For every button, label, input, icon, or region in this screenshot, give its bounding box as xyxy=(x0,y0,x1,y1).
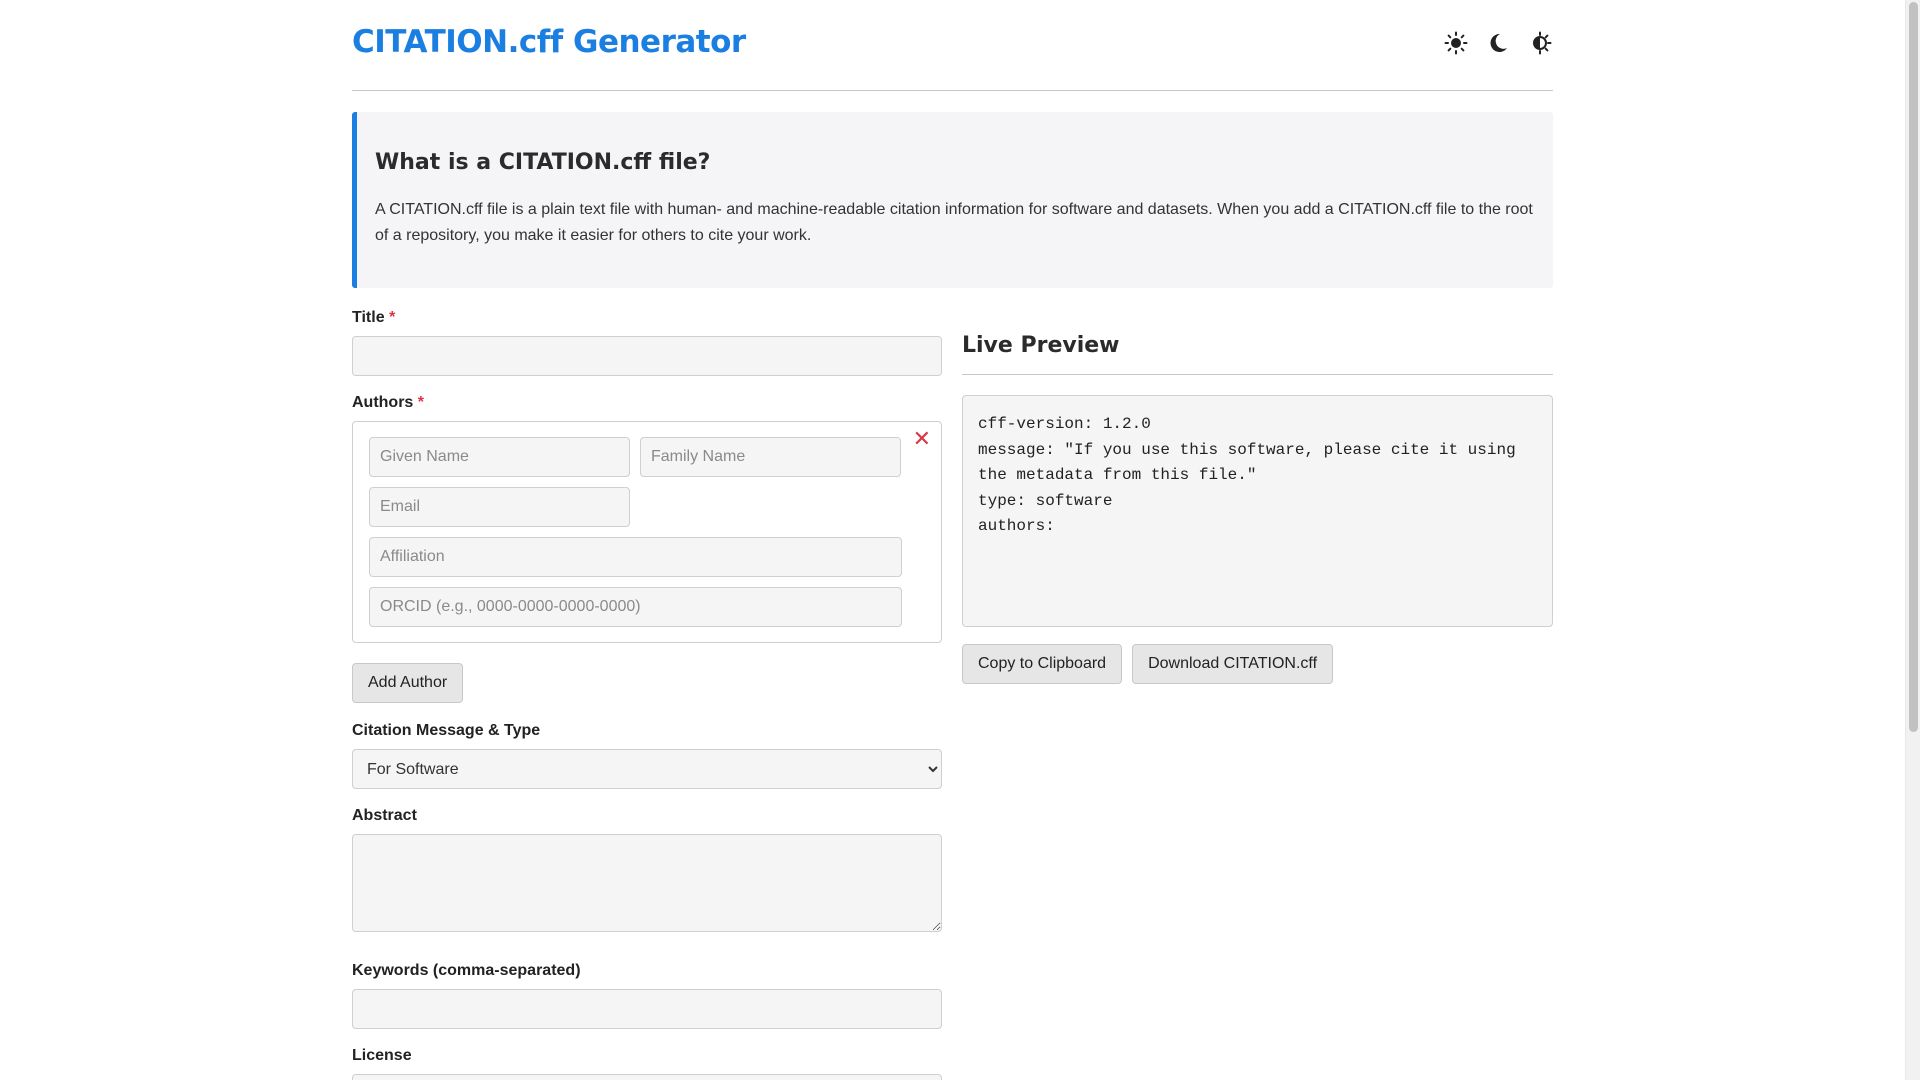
theme-toggle-group xyxy=(1443,30,1553,56)
moon-icon[interactable] xyxy=(1485,30,1511,56)
message-type-select[interactable]: For Software xyxy=(352,749,942,789)
title-label-text: Title xyxy=(352,309,385,326)
author-affiliation-row xyxy=(369,537,925,577)
author-name-row xyxy=(369,437,925,477)
keywords-input[interactable] xyxy=(352,989,942,1029)
page-scrollbar[interactable] xyxy=(1905,0,1920,1080)
abstract-textarea[interactable] xyxy=(352,834,942,932)
auto-theme-icon[interactable] xyxy=(1527,30,1553,56)
remove-author-icon[interactable]: ✕ xyxy=(913,427,931,452)
license-input[interactable] xyxy=(352,1074,942,1080)
page-header: CITATION.cff Generator xyxy=(352,0,1553,91)
scrollbar-thumb[interactable] xyxy=(1909,2,1918,732)
given-name-input[interactable] xyxy=(369,437,630,477)
family-name-input[interactable] xyxy=(640,437,901,477)
author-email-row xyxy=(369,487,925,527)
abstract-label: Abstract xyxy=(352,807,417,824)
preview-output: cff-version: 1.2.0 message: "If you use … xyxy=(962,395,1553,627)
keywords-label: Keywords (comma-separated) xyxy=(352,962,581,979)
required-marker: * xyxy=(389,309,396,326)
title-label: Title * xyxy=(352,309,942,327)
intro-panel: What is a CITATION.cff file? A CITATION.… xyxy=(352,112,1553,288)
sun-icon[interactable] xyxy=(1443,30,1469,56)
add-author-button[interactable]: Add Author xyxy=(352,663,464,703)
author-orcid-row xyxy=(369,587,925,627)
authors-label-text: Authors xyxy=(352,394,414,411)
download-citation-button[interactable]: Download CITATION.cff xyxy=(1132,644,1334,684)
email-input[interactable] xyxy=(369,487,630,527)
intro-text: A CITATION.cff file is a plain text file… xyxy=(375,201,1533,244)
preview-actions: Copy to Clipboard Download CITATION.cff xyxy=(962,644,1553,684)
form-column: Title * Authors * ✕ Add Author Citation … xyxy=(352,309,942,1080)
intro-heading: What is a CITATION.cff file? xyxy=(375,150,711,175)
main-container: CITATION.cff Generator What is a CITATIO… xyxy=(352,0,1553,1080)
preview-column: Live Preview cff-version: 1.2.0 message:… xyxy=(962,309,1553,684)
affiliation-input[interactable] xyxy=(369,537,902,577)
author-card: ✕ xyxy=(352,421,942,643)
license-label: License xyxy=(352,1047,412,1064)
title-input[interactable] xyxy=(352,336,942,376)
copy-to-clipboard-button[interactable]: Copy to Clipboard xyxy=(962,644,1123,684)
preview-title: Live Preview xyxy=(962,333,1553,375)
app-title: CITATION.cff Generator xyxy=(352,24,746,60)
orcid-input[interactable] xyxy=(369,587,902,627)
message-type-label: Citation Message & Type xyxy=(352,722,541,739)
authors-label: Authors * xyxy=(352,394,942,412)
required-marker: * xyxy=(417,394,425,411)
